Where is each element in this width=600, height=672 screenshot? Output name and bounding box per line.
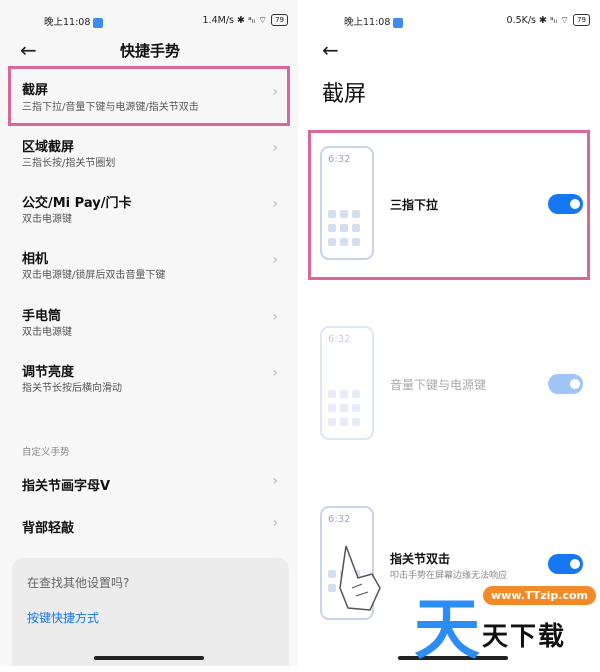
phone-time: 6:32 — [328, 514, 351, 525]
list-item-flashlight[interactable]: 手电筒 双击电源键 › — [0, 297, 298, 353]
item-subtitle: 双击电源键 — [22, 214, 72, 225]
chevron-right-icon: › — [272, 140, 278, 156]
help-link[interactable]: 按键快捷方式 — [27, 609, 99, 626]
item-title: 区域截屏 — [22, 140, 75, 155]
list-item-back-tap[interactable]: 背部轻敲 › — [0, 510, 298, 542]
network-speed: 1.4M/s ✱ ᵃᵢᵢ ⌔ — [202, 14, 268, 26]
section-header: 自定义手势 — [22, 447, 70, 458]
item-subtitle: 双击电源键/锁屏后双击音量下键 — [22, 270, 166, 281]
item-title: 调节亮度 — [22, 365, 75, 380]
list-item-knuckle-v[interactable]: 指关节画字母V › — [0, 468, 298, 500]
help-card: 在查找其他设置吗? 按键快捷方式 — [12, 558, 289, 666]
page-title: 快捷手势 — [120, 42, 181, 60]
option-label: 音量下键与电源键 — [390, 378, 487, 392]
network-speed: 0.5K/s ✱ ᵃᵢᵢ ⌔ — [506, 14, 570, 26]
page-title: 截屏 — [322, 82, 367, 107]
item-subtitle: 双击电源键 — [22, 327, 72, 338]
list-item-mipay[interactable]: 公交/Mi Pay/门卡 双击电源键 › — [0, 184, 298, 240]
highlight-box-three-finger — [308, 130, 590, 280]
chevron-right-icon: › — [272, 515, 278, 531]
notification-icon — [393, 17, 404, 28]
list-item-area-screenshot[interactable]: 区域截屏 三指长按/指关节圈划 › — [0, 128, 298, 184]
right-screen: 晚上11:08 0.5K/s ✱ ᵃᵢᵢ ⌔ 79 ← 截屏 6:32 三指下拉… — [302, 0, 600, 666]
status-indicators: 1.4M/s ✱ ᵃᵢᵢ ⌔ 79 — [203, 14, 288, 26]
item-title: 相机 — [22, 252, 49, 267]
item-subtitle: 指关节长按后横向滑动 — [22, 383, 122, 394]
back-arrow-icon[interactable]: ← — [20, 38, 37, 62]
option-label: 指关节双击 — [390, 552, 451, 566]
status-bar: 晚上11:08 1.4M/s ✱ ᵃᵢᵢ ⌔ 79 — [0, 0, 298, 38]
phone-time: 6:32 — [328, 334, 351, 345]
status-time: 晚上11:08 — [344, 14, 404, 28]
chevron-right-icon: › — [272, 473, 278, 489]
watermark-text: 天下载 — [482, 622, 567, 652]
hand-icon — [339, 545, 381, 611]
home-indicator — [94, 656, 204, 660]
watermark-url: www.TTzip.com — [483, 586, 596, 605]
list-item-camera[interactable]: 相机 双击电源键/锁屏后双击音量下键 › — [0, 240, 298, 296]
item-subtitle: 三指长按/指关节圈划 — [22, 158, 116, 169]
item-title: 背部轻敲 — [22, 521, 75, 536]
notification-icon — [93, 17, 104, 28]
chevron-right-icon: › — [272, 365, 278, 381]
battery-icon: 79 — [573, 14, 590, 26]
list-item-brightness[interactable]: 调节亮度 指关节长按后横向滑动 › — [0, 353, 298, 409]
chevron-right-icon: › — [272, 309, 278, 325]
watermark-logo: 天 — [414, 590, 480, 668]
status-indicators: 0.5K/s ✱ ᵃᵢᵢ ⌔ 79 — [507, 14, 590, 26]
toggle-switch[interactable] — [548, 374, 583, 394]
toggle-switch[interactable] — [548, 554, 583, 574]
item-title: 公交/Mi Pay/门卡 — [22, 196, 132, 211]
back-arrow-icon[interactable]: ← — [322, 38, 339, 62]
chevron-right-icon: › — [272, 252, 278, 268]
item-title: 手电筒 — [22, 309, 62, 324]
battery-icon: 79 — [271, 14, 288, 26]
item-title: 指关节画字母V — [22, 479, 111, 494]
help-question: 在查找其他设置吗? — [27, 576, 130, 590]
highlight-box-screenshot — [8, 66, 290, 126]
chevron-right-icon: › — [272, 196, 278, 212]
status-bar: 晚上11:08 0.5K/s ✱ ᵃᵢᵢ ⌔ 79 — [302, 0, 600, 38]
phone-illustration: 6:32 — [320, 326, 374, 440]
option-volume-power[interactable]: 6:32 音量下键与电源键 — [302, 318, 600, 448]
status-time: 晚上11:08 — [44, 14, 104, 28]
